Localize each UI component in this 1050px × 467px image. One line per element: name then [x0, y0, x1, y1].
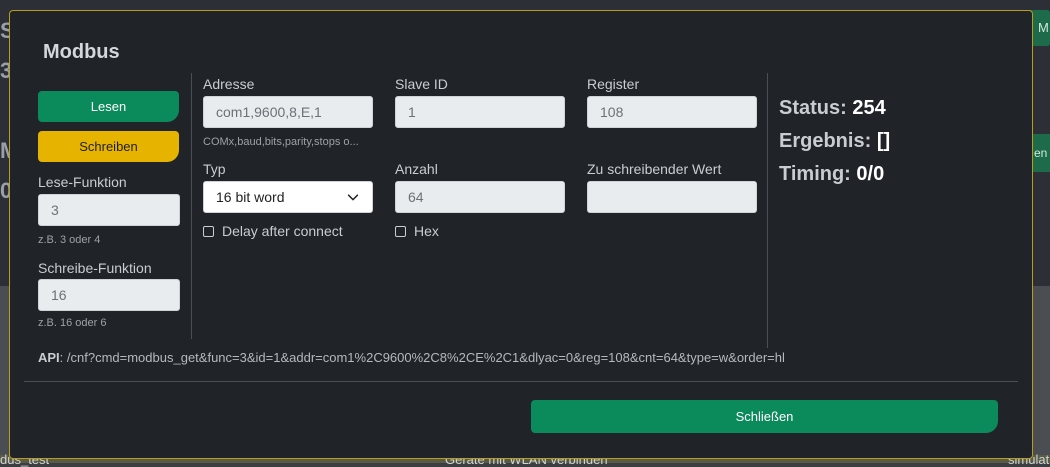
modal-title: Modbus [43, 41, 120, 63]
close-button[interactable]: Schließen [531, 400, 998, 433]
delay-checkbox-label: Delay after connect [222, 223, 343, 239]
status-value: 254 [852, 97, 886, 119]
status-line: Status: 254 [779, 97, 886, 120]
read-function-label: Lese-Funktion [38, 174, 127, 190]
read-function-hint: z.B. 3 oder 4 [38, 234, 101, 246]
type-select-value: 16 bit word [216, 189, 285, 205]
modbus-modal: Modbus Lesen Schreiben Lese-Funktion 3 z… [9, 10, 1033, 459]
hex-option[interactable]: Hex [395, 223, 439, 239]
type-select[interactable]: 16 bit word [203, 181, 373, 213]
write-value-label: Zu schreibender Wert [587, 161, 722, 177]
count-input[interactable]: 64 [395, 181, 565, 213]
read-button[interactable]: Lesen [38, 91, 179, 122]
status-divider [767, 73, 768, 348]
footer-divider [24, 381, 1018, 382]
timing-value: 0/0 [856, 163, 885, 185]
register-label: Register [587, 76, 640, 92]
background-text: en [1034, 146, 1048, 160]
chevron-down-icon [347, 194, 359, 201]
address-hint: COMx,baud,bits,parity,stops o... [203, 136, 359, 148]
api-url[interactable]: : /cnf?cmd=modbus_get&func=3&id=1&addr=c… [60, 350, 785, 365]
write-button[interactable]: Schreiben [38, 131, 179, 162]
timing-line: Timing: 0/0 [779, 163, 884, 186]
api-label: API [38, 350, 60, 365]
type-label: Typ [203, 161, 226, 177]
result-line: Ergebnis: [] [779, 130, 890, 153]
hex-checkbox-label: Hex [414, 223, 439, 239]
column-divider [191, 73, 192, 339]
slave-id-input[interactable]: 1 [395, 96, 565, 128]
read-function-input[interactable]: 3 [38, 194, 180, 226]
timing-label: Timing: [779, 163, 851, 185]
api-url-line: API: /cnf?cmd=modbus_get&func=3&id=1&add… [38, 350, 785, 365]
hex-checkbox[interactable] [395, 225, 406, 237]
status-label: Status: [779, 97, 847, 119]
delay-after-connect-option[interactable]: Delay after connect [203, 223, 343, 239]
result-value: [] [876, 130, 891, 152]
slave-id-label: Slave ID [395, 76, 448, 92]
address-input[interactable]: com1,9600,8,E,1 [203, 96, 373, 128]
background-text: M [1038, 20, 1049, 35]
register-input[interactable]: 108 [587, 96, 757, 128]
count-label: Anzahl [395, 161, 438, 177]
write-function-hint: z.B. 16 oder 6 [38, 317, 107, 329]
delay-checkbox[interactable] [203, 225, 214, 237]
write-function-label: Schreibe-Funktion [38, 260, 152, 276]
result-label: Ergebnis: [779, 130, 872, 152]
address-label: Adresse [203, 76, 255, 92]
write-value-input[interactable] [587, 181, 757, 213]
write-function-input[interactable]: 16 [38, 279, 180, 311]
